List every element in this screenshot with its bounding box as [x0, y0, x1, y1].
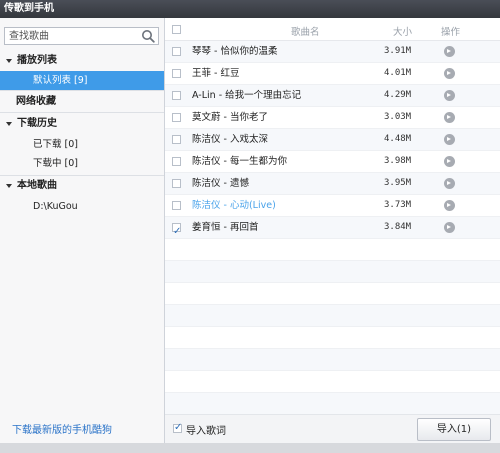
song-size: 4.48M [384, 134, 412, 144]
transfer-arrow-icon[interactable] [444, 112, 455, 123]
song-size: 4.29M [384, 90, 412, 100]
column-header-size[interactable]: 大小 [393, 24, 412, 38]
song-size: 3.03M [384, 112, 412, 122]
table-row[interactable]: 陈洁仪 - 每一生都为你 3.98M [165, 151, 500, 173]
transfer-arrow-icon[interactable] [444, 90, 455, 101]
import-button[interactable]: 导入(1) [417, 418, 491, 441]
row-checkbox[interactable] [172, 113, 181, 122]
sidebar-item-label: D:\KuGou [33, 201, 78, 212]
transfer-arrow-icon[interactable] [444, 178, 455, 189]
sidebar-item-label: 下载中 [0] [33, 158, 78, 169]
transfer-arrow-icon[interactable] [444, 156, 455, 167]
song-size: 3.84M [384, 222, 412, 232]
sidebar-item-downloaded[interactable]: 已下载 [0] [0, 135, 164, 154]
empty-row [165, 393, 500, 415]
row-checkbox[interactable] [172, 201, 181, 210]
song-size: 3.98M [384, 156, 412, 166]
song-title: A-Lin - 给我一个理由忘记 [192, 90, 302, 101]
row-checkbox[interactable] [172, 135, 181, 144]
row-checkbox[interactable] [172, 69, 181, 78]
empty-row [165, 371, 500, 393]
empty-row [165, 239, 500, 261]
bottom-bar: 导入歌词 导入(1) [165, 414, 500, 444]
sidebar-section-net-favorites[interactable]: 网络收藏 [0, 92, 164, 112]
sidebar-section-label: 本地歌曲 [17, 180, 57, 191]
song-title: 姜育恒 - 再回首 [192, 222, 259, 233]
sidebar: 播放列表 默认列表 [9] 网络收藏 下载历史 已下载 [0] 下载中 [0] … [0, 18, 165, 443]
import-lyrics-label[interactable]: 导入歌词 [186, 422, 226, 437]
song-title: 莫文蔚 - 当你老了 [192, 112, 268, 123]
title-bar: 传歌到手机 [0, 0, 500, 18]
song-title: 王菲 - 红豆 [192, 68, 240, 79]
empty-row [165, 349, 500, 371]
song-size: 3.91M [384, 46, 412, 56]
sidebar-section-playlists[interactable]: 播放列表 [0, 51, 164, 71]
row-checkbox[interactable] [172, 157, 181, 166]
sidebar-item-label: 已下载 [0] [33, 139, 78, 150]
song-size: 4.01M [384, 68, 412, 78]
window-bottom-edge [0, 443, 500, 453]
sidebar-item-default-list[interactable]: 默认列表 [9] [0, 71, 164, 90]
row-checkbox[interactable] [172, 91, 181, 100]
window-title: 传歌到手机 [4, 3, 54, 14]
column-header-song-name[interactable]: 歌曲名 [291, 24, 320, 38]
table-row[interactable]: 莫文蔚 - 当你老了 3.03M [165, 107, 500, 129]
empty-row [165, 327, 500, 349]
collapse-triangle-icon[interactable] [6, 122, 12, 126]
search-icon[interactable] [141, 29, 155, 43]
import-lyrics-checkbox[interactable] [173, 422, 182, 433]
download-latest-link[interactable]: 下载最新版的手机酷狗 [12, 421, 112, 436]
empty-row [165, 261, 500, 283]
song-table: 歌曲名 大小 操作 琴琴 - 恰似你的温柔 3.91M 王菲 - 红豆 4.01… [165, 18, 500, 443]
column-header-action: 操作 [441, 27, 461, 38]
collapse-triangle-icon[interactable] [6, 184, 12, 188]
sidebar-section-download-history[interactable]: 下载历史 [0, 114, 164, 134]
table-row[interactable]: 姜育恒 - 再回首 3.84M [165, 217, 500, 242]
sidebar-item-label: 默认列表 [9] [33, 75, 88, 86]
song-title: 陈洁仪 - 心动(Live) [192, 200, 276, 211]
row-checkbox[interactable] [172, 179, 181, 188]
transfer-arrow-icon[interactable] [444, 134, 455, 145]
table-row[interactable]: 陈洁仪 - 遗憾 3.95M [165, 173, 500, 195]
song-title: 琴琴 - 恰似你的温柔 [192, 46, 278, 57]
sidebar-item-local-path[interactable]: D:\KuGou [0, 197, 164, 216]
empty-row [165, 283, 500, 305]
table-row[interactable]: A-Lin - 给我一个理由忘记 4.29M [165, 85, 500, 107]
song-title: 陈洁仪 - 遗憾 [192, 178, 249, 189]
table-row[interactable]: 琴琴 - 恰似你的温柔 3.91M [165, 41, 500, 63]
row-checkbox[interactable] [172, 47, 181, 56]
divider [0, 90, 164, 91]
sidebar-section-label: 播放列表 [17, 55, 57, 66]
divider [0, 112, 164, 113]
table-row[interactable]: 王菲 - 红豆 4.01M [165, 63, 500, 85]
search-box[interactable] [4, 27, 159, 45]
transfer-arrow-icon[interactable] [444, 222, 455, 233]
collapse-triangle-icon[interactable] [6, 59, 12, 63]
row-checkbox[interactable] [172, 221, 181, 242]
sidebar-section-local-songs[interactable]: 本地歌曲 [0, 176, 164, 196]
sidebar-section-label: 下载历史 [17, 118, 57, 129]
song-title: 陈洁仪 - 每一生都为你 [192, 156, 287, 167]
table-row[interactable]: 陈洁仪 - 入戏太深 4.48M [165, 129, 500, 151]
transfer-arrow-icon[interactable] [444, 68, 455, 79]
sidebar-section-label: 网络收藏 [16, 96, 56, 107]
song-size: 3.95M [384, 178, 412, 188]
empty-row [165, 305, 500, 327]
search-input[interactable] [5, 28, 139, 44]
table-header: 歌曲名 大小 操作 [165, 18, 500, 41]
song-title: 陈洁仪 - 入戏太深 [192, 134, 268, 145]
song-size: 3.73M [384, 200, 412, 210]
transfer-arrow-icon[interactable] [444, 200, 455, 211]
select-all-checkbox[interactable] [172, 25, 181, 34]
transfer-arrow-icon[interactable] [444, 46, 455, 57]
table-row[interactable]: 陈洁仪 - 心动(Live) 3.73M [165, 195, 500, 217]
sidebar-item-downloading[interactable]: 下载中 [0] [0, 154, 164, 173]
